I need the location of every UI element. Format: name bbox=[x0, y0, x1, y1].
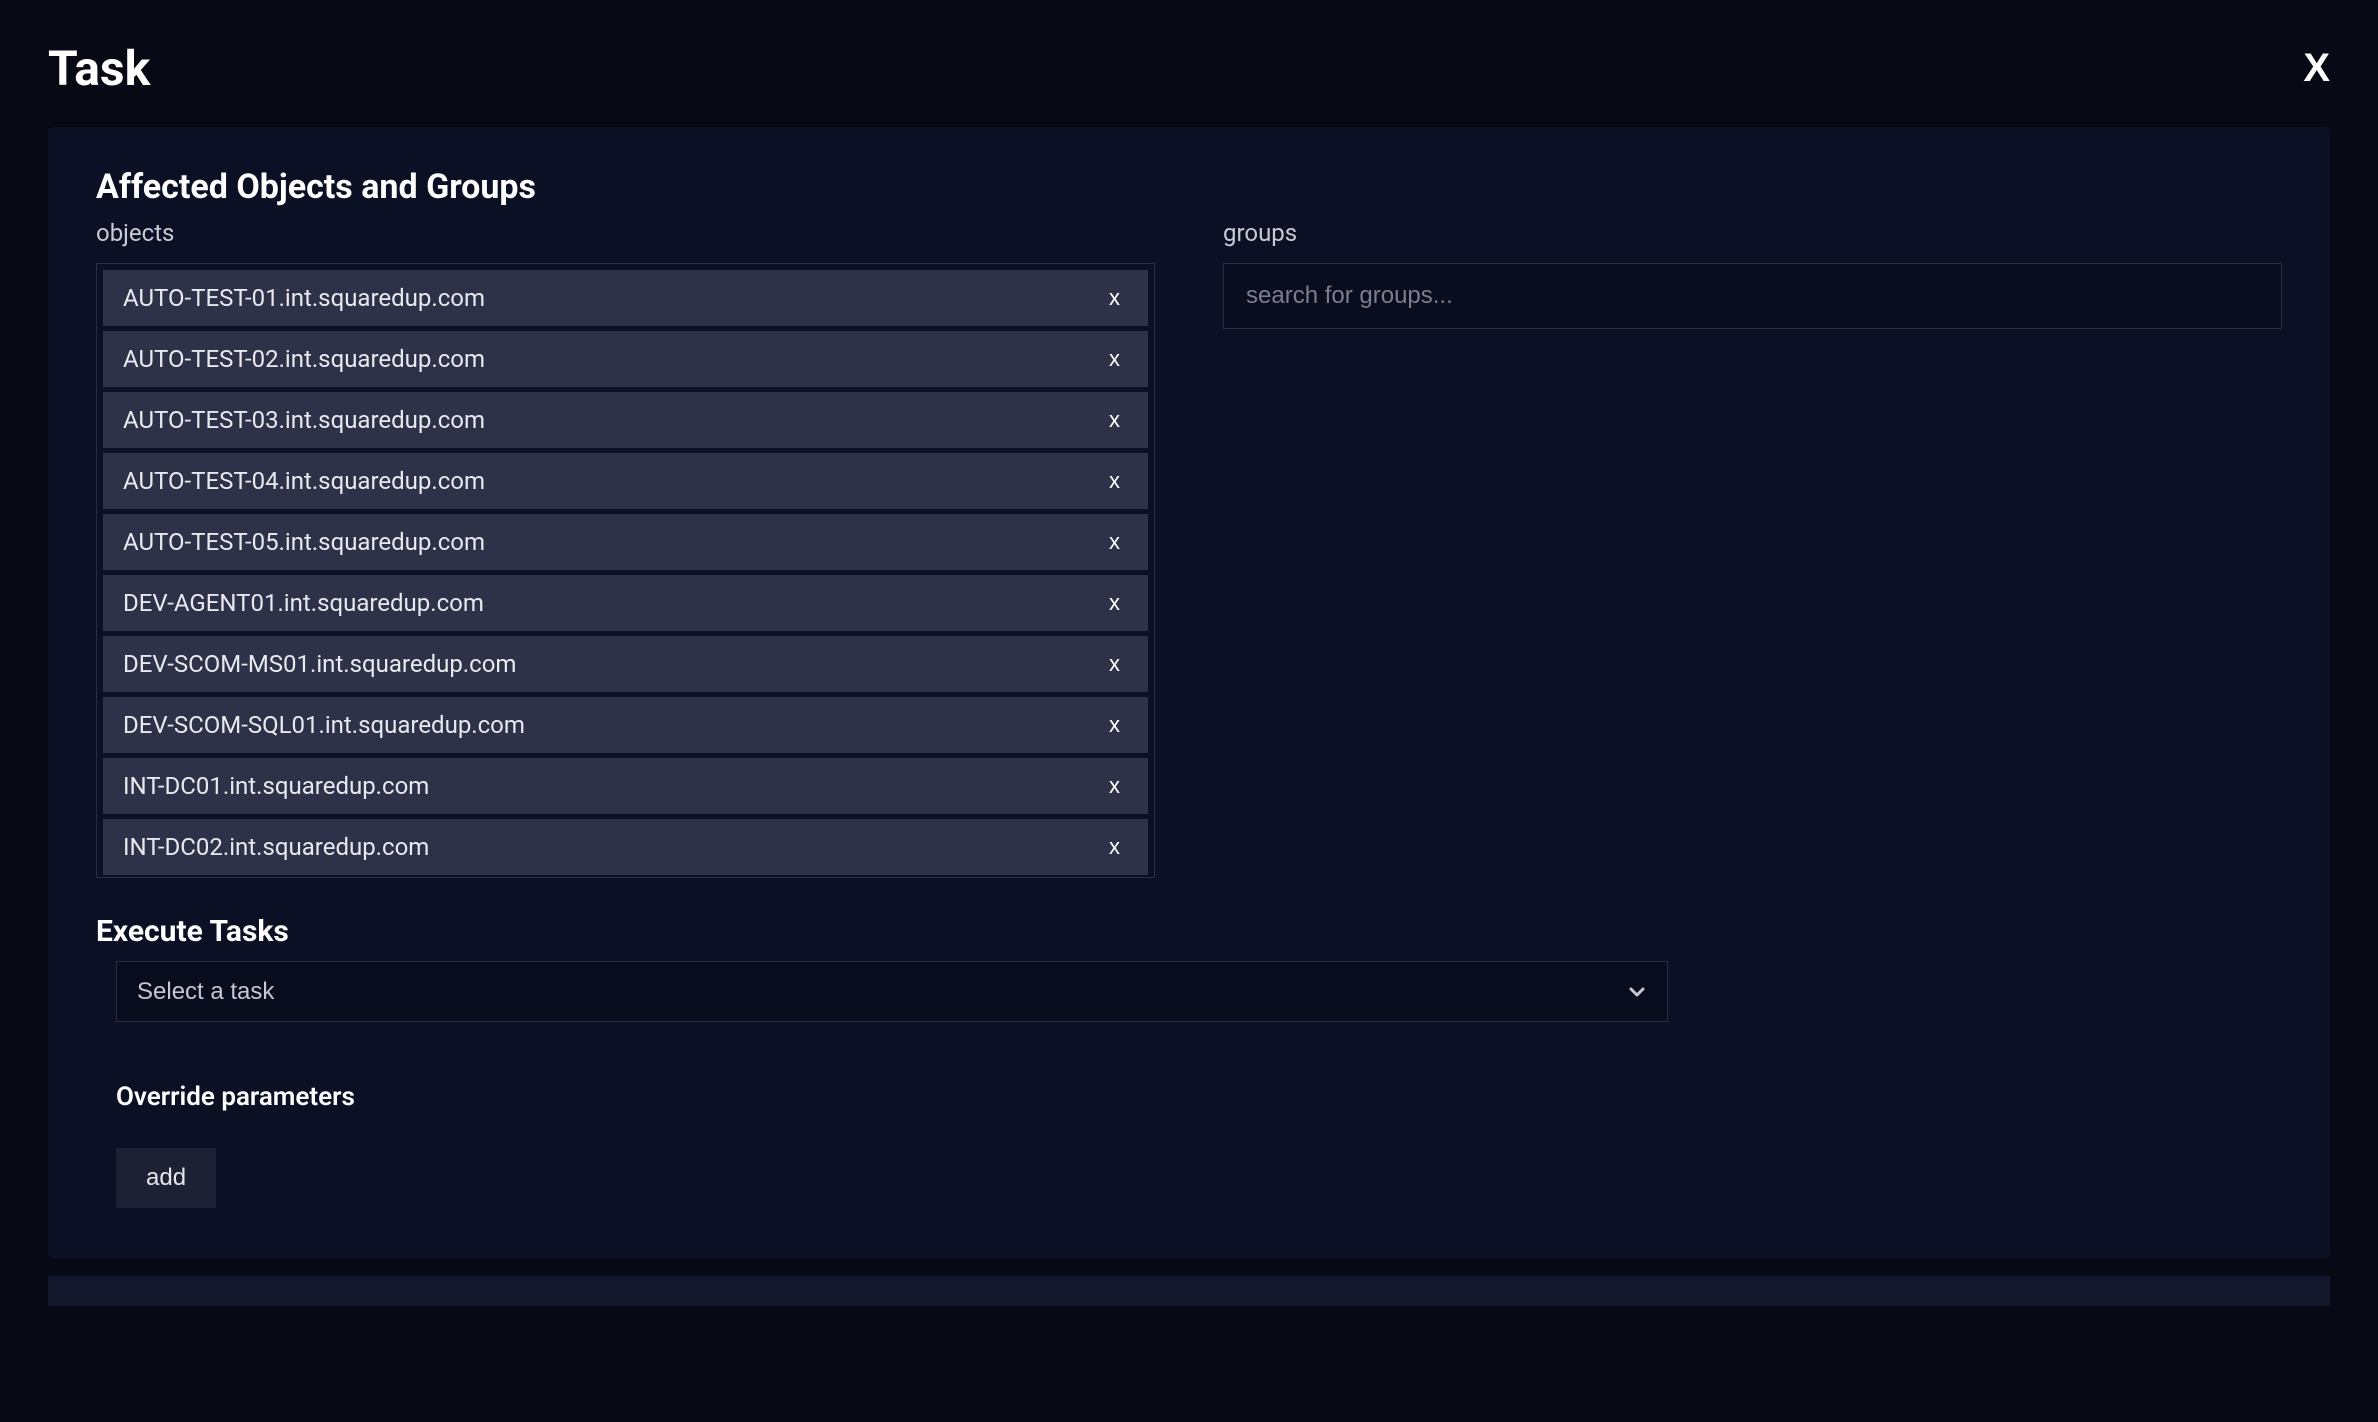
groups-search-input[interactable] bbox=[1223, 263, 2282, 329]
list-item-label: DEV-AGENT01.int.squaredup.com bbox=[123, 589, 484, 617]
list-item-label: AUTO-TEST-04.int.squaredup.com bbox=[123, 467, 485, 495]
list-item-label: DEV-SCOM-MS01.int.squaredup.com bbox=[123, 650, 516, 678]
remove-button[interactable]: x bbox=[1101, 651, 1128, 677]
bottom-bar bbox=[48, 1276, 2330, 1306]
affected-title: Affected Objects and Groups bbox=[96, 167, 2282, 207]
add-button[interactable]: add bbox=[116, 1148, 216, 1208]
groups-column: groups bbox=[1223, 219, 2282, 878]
list-item-label: AUTO-TEST-05.int.squaredup.com bbox=[123, 528, 485, 556]
list-item: AUTO-TEST-03.int.squaredup.com x bbox=[103, 392, 1148, 448]
list-item: AUTO-TEST-01.int.squaredup.com x bbox=[103, 270, 1148, 326]
remove-button[interactable]: x bbox=[1101, 712, 1128, 738]
remove-button[interactable]: x bbox=[1101, 773, 1128, 799]
execute-section: Execute Tasks Select a task Override par… bbox=[96, 914, 2282, 1208]
remove-button[interactable]: x bbox=[1101, 407, 1128, 433]
list-item: AUTO-TEST-04.int.squaredup.com x bbox=[103, 453, 1148, 509]
columns: objects AUTO-TEST-01.int.squaredup.comxA… bbox=[96, 219, 2282, 878]
list-item: AUTO-TEST-05.int.squaredup.com x bbox=[103, 514, 1148, 570]
execute-title: Execute Tasks bbox=[96, 914, 2282, 949]
list-item: DEV-SCOM-SQL01.int.squaredup.com x bbox=[103, 697, 1148, 753]
objects-column: objects AUTO-TEST-01.int.squaredup.comxA… bbox=[96, 219, 1155, 878]
remove-button[interactable]: x bbox=[1101, 285, 1128, 311]
header: Task X bbox=[48, 40, 2330, 97]
override-section: Override parameters add bbox=[116, 1082, 2282, 1208]
list-item-label: INT-DC02.int.squaredup.com bbox=[123, 833, 429, 861]
task-select[interactable]: Select a task bbox=[116, 961, 1668, 1022]
list-item: DEV-AGENT01.int.squaredup.com x bbox=[103, 575, 1148, 631]
remove-button[interactable]: x bbox=[1101, 529, 1128, 555]
list-item: AUTO-TEST-02.int.squaredup.com x bbox=[103, 331, 1148, 387]
groups-label: groups bbox=[1223, 219, 2282, 247]
list-item: INT-DC01.int.squaredup.com x bbox=[103, 758, 1148, 814]
remove-button[interactable]: x bbox=[1101, 590, 1128, 616]
main-panel: Affected Objects and Groups objects AUTO… bbox=[48, 127, 2330, 1258]
list-item-label: AUTO-TEST-03.int.squaredup.com bbox=[123, 406, 485, 434]
list-item-label: INT-DC01.int.squaredup.com bbox=[123, 772, 429, 800]
override-title: Override parameters bbox=[116, 1082, 2282, 1112]
page-title: Task bbox=[48, 40, 150, 97]
objects-list[interactable]: AUTO-TEST-01.int.squaredup.comxAUTO-TEST… bbox=[96, 263, 1155, 878]
list-item: DEV-SCOM-MS01.int.squaredup.com x bbox=[103, 636, 1148, 692]
close-button[interactable]: X bbox=[2303, 46, 2330, 91]
list-item-label: DEV-SCOM-SQL01.int.squaredup.com bbox=[123, 711, 525, 739]
objects-label: objects bbox=[96, 219, 1155, 247]
remove-button[interactable]: x bbox=[1101, 834, 1128, 860]
list-item-label: AUTO-TEST-01.int.squaredup.com bbox=[123, 284, 485, 312]
list-item-label: AUTO-TEST-02.int.squaredup.com bbox=[123, 345, 485, 373]
remove-button[interactable]: x bbox=[1101, 346, 1128, 372]
list-item: INT-DC02.int.squaredup.com x bbox=[103, 819, 1148, 875]
remove-button[interactable]: x bbox=[1101, 468, 1128, 494]
